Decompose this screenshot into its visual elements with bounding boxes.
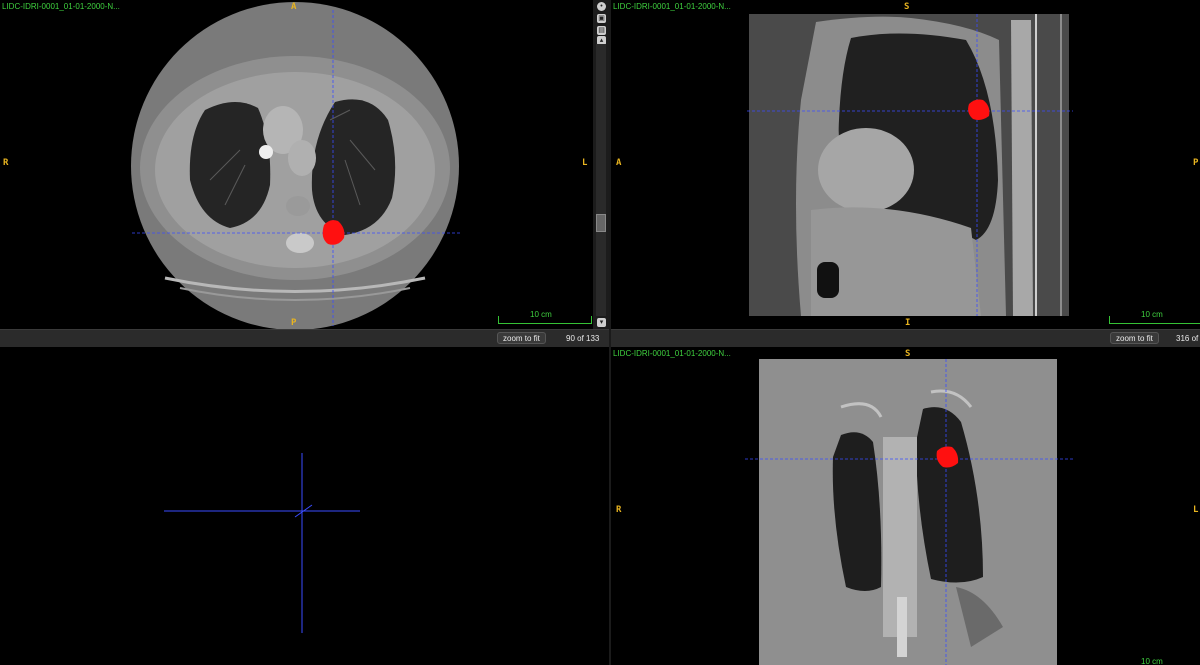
sagittal-orient-bottom: I: [905, 318, 911, 328]
coronal-orient-left: R: [616, 505, 622, 515]
coronal-series-label: LIDC-IDRI-0001_01-01-2000-N...: [613, 349, 731, 358]
slice-scrollbar[interactable]: [596, 44, 606, 316]
coronal-orient-top: S: [905, 349, 911, 359]
axial-slice-counter: 90 of 133: [566, 334, 600, 343]
sagittal-scale-bar: [1109, 316, 1200, 324]
sagittal-orient-top: S: [904, 2, 910, 12]
sagittal-viewport[interactable]: LIDC-IDRI-0001_01-01-2000-N... S I A P 1…: [611, 0, 1200, 329]
sagittal-orient-right: P: [1193, 158, 1199, 168]
lesion-marker: [936, 446, 959, 468]
sagittal-zoom-to-fit-button[interactable]: zoom to fit: [1110, 332, 1159, 344]
sagittal-toolbar: zoom to fit 316 of: [611, 329, 1200, 347]
axial-scale-bar: [498, 316, 592, 324]
orientation-cube-icon[interactable]: ▣: [597, 14, 606, 23]
lesion-marker: [322, 220, 345, 245]
sagittal-series-label: LIDC-IDRI-0001_01-01-2000-N...: [613, 2, 731, 11]
coronal-overlay: [745, 359, 1073, 665]
3d-crosshair: [164, 453, 360, 633]
coronal-viewport[interactable]: LIDC-IDRI-0001_01-01-2000-N... S R L 10 …: [611, 347, 1200, 665]
axial-series-label: LIDC-IDRI-0001_01-01-2000-N...: [2, 2, 120, 11]
lesion-marker: [968, 99, 990, 120]
scroll-down-icon[interactable]: ▾: [597, 318, 606, 327]
axial-orient-top: A: [291, 2, 297, 12]
coronal-scale-label: 10 cm: [1141, 657, 1163, 665]
sagittal-orient-left: A: [616, 158, 622, 168]
axial-orient-bottom: P: [291, 318, 297, 328]
sagittal-overlay: [747, 14, 1073, 316]
axial-orient-left: R: [3, 158, 9, 168]
axial-side-panel: • ▣ ▤ ▴ ▾: [593, 0, 609, 329]
3d-viewport[interactable]: [0, 347, 609, 665]
axial-zoom-to-fit-button[interactable]: zoom to fit: [497, 332, 546, 344]
axial-viewport[interactable]: LIDC-IDRI-0001_01-01-2000-N... A P R L 1…: [0, 0, 592, 329]
coronal-orient-right: L: [1193, 505, 1199, 515]
axial-overlay: [132, 10, 460, 326]
grid-icon[interactable]: ▤: [597, 26, 606, 35]
sagittal-slice-counter: 316 of: [1176, 334, 1199, 343]
slice-scrollbar-thumb[interactable]: [596, 214, 606, 232]
circle-dot-icon[interactable]: •: [597, 2, 606, 11]
axial-orient-right: L: [582, 158, 588, 168]
axial-toolbar: zoom to fit 90 of 133: [0, 329, 609, 347]
